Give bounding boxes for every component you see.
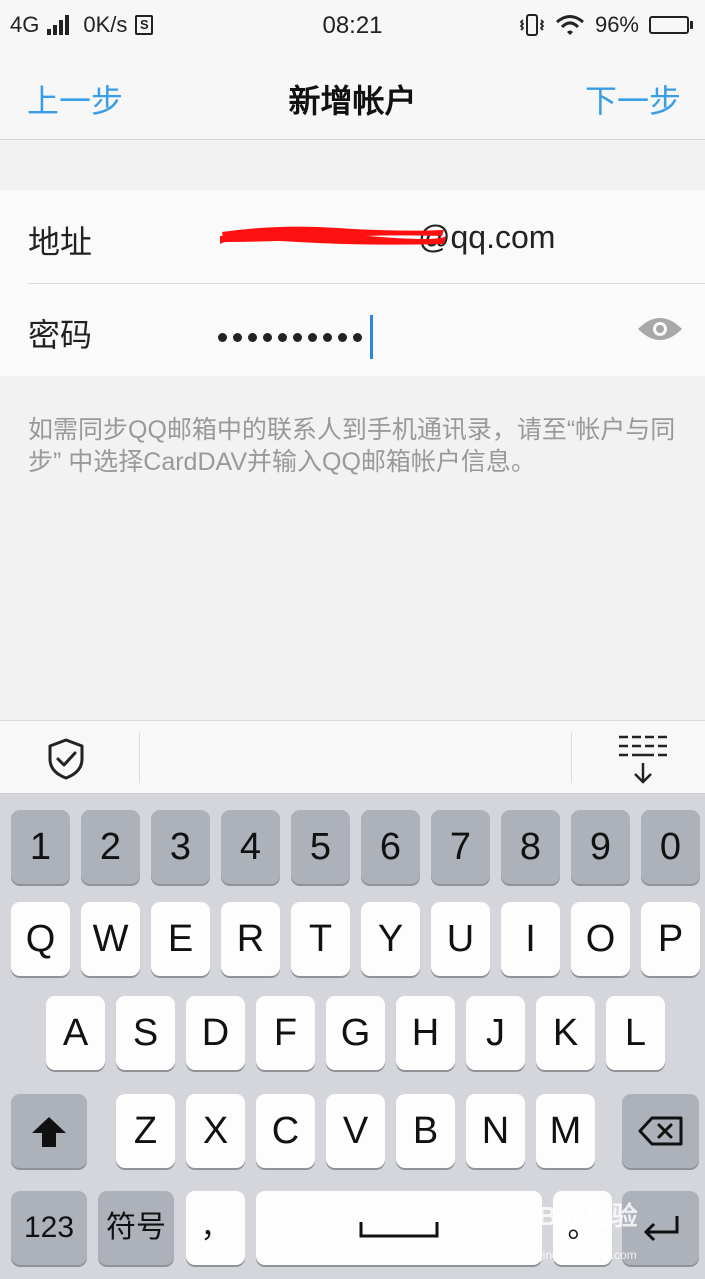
- key-0[interactable]: 0: [641, 810, 700, 884]
- key-q[interactable]: Q: [11, 902, 70, 976]
- return-icon: [643, 1216, 678, 1242]
- wifi-icon: [555, 15, 584, 35]
- toolbar-divider: [139, 733, 140, 783]
- numbers-key[interactable]: 123: [11, 1191, 87, 1265]
- key-g[interactable]: G: [326, 996, 385, 1070]
- text-caret: [370, 315, 373, 359]
- key-a[interactable]: A: [46, 996, 105, 1070]
- key-y[interactable]: Y: [361, 902, 420, 976]
- key-6[interactable]: 6: [361, 810, 420, 884]
- key-n[interactable]: N: [466, 1094, 525, 1168]
- status-bar: 4G 0K/s S 08:21 96%: [0, 0, 705, 50]
- key-l[interactable]: L: [606, 996, 665, 1070]
- key-o[interactable]: O: [571, 902, 630, 976]
- key-s[interactable]: S: [116, 996, 175, 1070]
- key-u[interactable]: U: [431, 902, 490, 976]
- shift-arrow-icon: [32, 1117, 66, 1147]
- symbols-key[interactable]: 符号: [98, 1191, 174, 1265]
- redaction-scribble: [220, 226, 446, 245]
- comma-key[interactable]: ，: [186, 1191, 245, 1265]
- key-b[interactable]: B: [396, 1094, 455, 1168]
- key-1[interactable]: 1: [11, 810, 70, 884]
- key-5[interactable]: 5: [291, 810, 350, 884]
- key-h[interactable]: H: [396, 996, 455, 1070]
- hide-keyboard-icon[interactable]: [615, 733, 671, 787]
- key-c[interactable]: C: [256, 1094, 315, 1168]
- baidu-watermark-url: jingyan.baidu.com: [540, 1248, 637, 1262]
- shift-key[interactable]: [11, 1094, 87, 1168]
- key-r[interactable]: R: [221, 902, 280, 976]
- address-label: 地址: [28, 224, 93, 260]
- password-label: 密码: [28, 317, 93, 353]
- key-t[interactable]: T: [291, 902, 350, 976]
- vibrate-icon: [519, 14, 545, 36]
- space-key[interactable]: [256, 1191, 542, 1265]
- space-bar-icon: [359, 1222, 439, 1238]
- key-k[interactable]: K: [536, 996, 595, 1070]
- key-e[interactable]: E: [151, 902, 210, 976]
- key-j[interactable]: J: [466, 996, 525, 1070]
- key-w[interactable]: W: [81, 902, 140, 976]
- key-8[interactable]: 8: [501, 810, 560, 884]
- key-7[interactable]: 7: [431, 810, 490, 884]
- next-button[interactable]: 下一步: [585, 76, 681, 122]
- key-p[interactable]: P: [641, 902, 700, 976]
- keyboard-toolbar: [0, 720, 705, 794]
- show-password-eye-icon[interactable]: [636, 313, 684, 345]
- password-field[interactable]: [218, 315, 373, 359]
- key-i[interactable]: I: [501, 902, 560, 976]
- status-right: 96%: [519, 12, 693, 38]
- nav-bar: 上一步 新增帐户 下一步: [0, 50, 705, 140]
- toolbar-divider: [571, 733, 572, 783]
- key-x[interactable]: X: [186, 1094, 245, 1168]
- key-4[interactable]: 4: [221, 810, 280, 884]
- key-z[interactable]: Z: [116, 1094, 175, 1168]
- battery-percent: 96%: [594, 12, 639, 37]
- backspace-icon: [638, 1116, 682, 1146]
- key-3[interactable]: 3: [151, 810, 210, 884]
- key-d[interactable]: D: [186, 996, 245, 1070]
- key-2[interactable]: 2: [81, 810, 140, 884]
- sync-hint-text: 如需同步QQ邮箱中的联系人到手机通讯录，请至“帐户与同步” 中选择CardDAV…: [28, 416, 676, 476]
- baidu-watermark: Bai 经验: [538, 1201, 638, 1231]
- secure-keyboard-shield-icon[interactable]: [46, 737, 86, 781]
- key-f[interactable]: F: [256, 996, 315, 1070]
- back-button[interactable]: 上一步: [27, 76, 123, 122]
- key-9[interactable]: 9: [571, 810, 630, 884]
- battery-icon: [649, 16, 693, 34]
- key-m[interactable]: M: [536, 1094, 595, 1168]
- key-v[interactable]: V: [326, 1094, 385, 1168]
- backspace-key[interactable]: [622, 1094, 699, 1168]
